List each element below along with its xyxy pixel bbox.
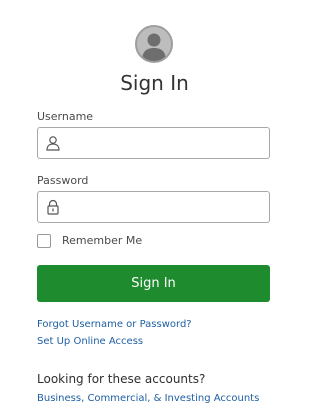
user-avatar-icon — [142, 33, 166, 61]
password-field-container[interactable] — [37, 191, 270, 223]
password-label: Password — [37, 174, 89, 187]
page-title: Sign In — [120, 71, 189, 95]
forgot-credentials-link[interactable]: Forgot Username or Password? — [37, 318, 192, 331]
business-accounts-link[interactable]: Business, Commercial, & Investing Accoun… — [37, 392, 259, 405]
avatar — [135, 25, 173, 63]
username-input[interactable] — [68, 128, 263, 158]
password-input[interactable] — [68, 192, 263, 222]
lock-icon — [45, 199, 61, 215]
setup-online-access-link[interactable]: Set Up Online Access — [37, 335, 143, 348]
other-accounts-heading: Looking for these accounts? — [37, 372, 206, 386]
remember-me-label[interactable]: Remember Me — [62, 234, 142, 248]
username-label: Username — [37, 110, 94, 123]
remember-me-checkbox[interactable] — [37, 234, 51, 248]
user-icon — [45, 135, 61, 151]
username-field-container[interactable] — [37, 127, 270, 159]
sign-in-button[interactable]: Sign In — [37, 265, 270, 302]
